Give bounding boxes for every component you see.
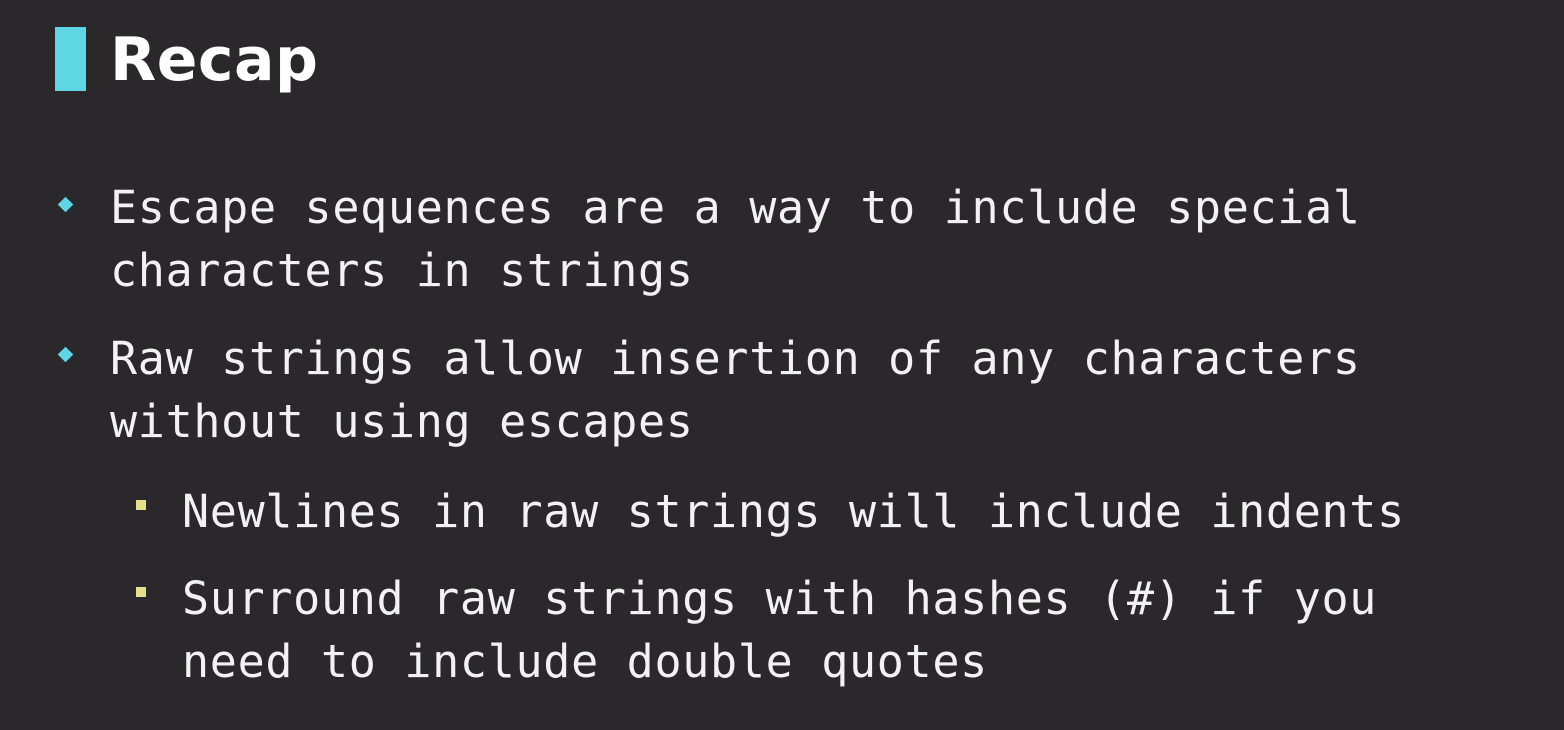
bullet-diamond-icon — [57, 196, 74, 213]
title-accent-bar — [55, 27, 86, 91]
bullet-line: Escape sequences are a way to include sp… — [110, 181, 1361, 234]
bullet-item: Raw strings allow insertion of any chara… — [110, 327, 1361, 453]
sub-bullet-square-icon — [136, 587, 146, 597]
bullet-line: Newlines in raw strings will include ind… — [182, 485, 1405, 538]
sub-bullet-item: Surround raw strings with hashes (#) if … — [182, 567, 1377, 693]
bullet-diamond-icon — [57, 346, 74, 363]
slide-title: Recap — [110, 25, 319, 95]
bullet-line: Surround raw strings with hashes (#) if … — [182, 572, 1378, 625]
slide: Recap Escape sequences are a way to incl… — [0, 0, 1564, 730]
bullet-line: Raw strings allow insertion of any chara… — [110, 332, 1361, 385]
sub-bullet-square-icon — [136, 500, 146, 510]
bullet-line: characters in strings — [110, 244, 694, 297]
sub-bullet-item: Newlines in raw strings will include ind… — [182, 480, 1405, 543]
bullet-line: without using escapes — [110, 395, 694, 448]
bullet-line: need to include double quotes — [182, 635, 988, 688]
bullet-item: Escape sequences are a way to include sp… — [110, 176, 1361, 302]
